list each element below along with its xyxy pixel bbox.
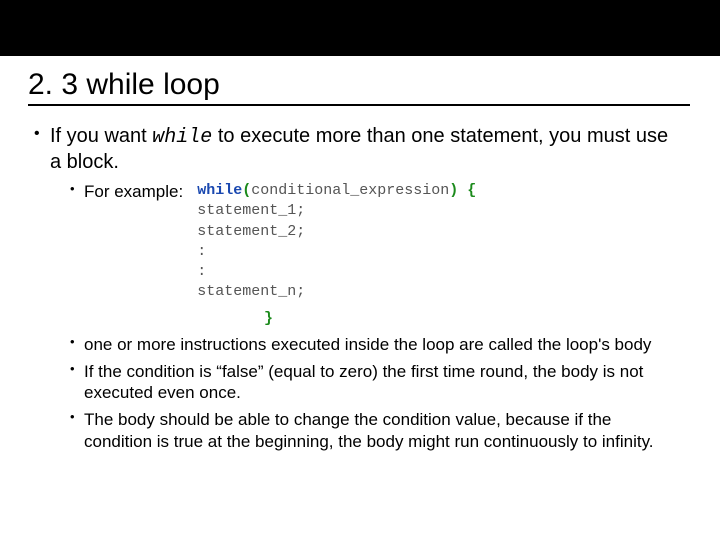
code-close-brace-row: } [264, 309, 684, 329]
code-line-6: statement_n; [197, 282, 476, 302]
code-brace-close: } [264, 310, 273, 327]
code-brace-open: { [458, 182, 476, 199]
code-kw-while: while [197, 182, 242, 199]
example-bullet: For example: while(conditional_expressio… [70, 181, 684, 329]
example-row: For example: while(conditional_expressio… [84, 181, 684, 303]
infinity-bullet: The body should be able to change the co… [70, 409, 684, 453]
slide-title: 2. 3 while loop [28, 68, 692, 102]
while-keyword: while [152, 126, 212, 149]
bullet-list-level1: If you want while to execute more than o… [28, 124, 692, 453]
slide: 2. 3 while loop If you want while to exe… [0, 0, 720, 540]
code-line-4: : [197, 242, 476, 262]
example-label: For example: [84, 181, 183, 203]
code-line-2: statement_1; [197, 201, 476, 221]
main-bullet-prefix: If you want [50, 125, 152, 147]
bullet-list-level2: For example: while(conditional_expressio… [50, 181, 684, 453]
code-line-5: : [197, 262, 476, 282]
code-line-3: statement_2; [197, 222, 476, 242]
main-bullet: If you want while to execute more than o… [34, 124, 684, 453]
code-cond: conditional_expression [251, 182, 449, 199]
title-underline [28, 104, 690, 106]
body-bullet: one or more instructions executed inside… [70, 334, 684, 356]
slide-content: 2. 3 while loop If you want while to exe… [28, 68, 692, 453]
code-block: while(conditional_expression) { statemen… [197, 181, 476, 303]
top-black-bar [0, 0, 720, 56]
false-condition-bullet: If the condition is “false” (equal to ze… [70, 361, 684, 405]
code-paren-close: ) [449, 182, 458, 199]
code-paren-open: ( [242, 182, 251, 199]
code-line-1: while(conditional_expression) { [197, 181, 476, 201]
